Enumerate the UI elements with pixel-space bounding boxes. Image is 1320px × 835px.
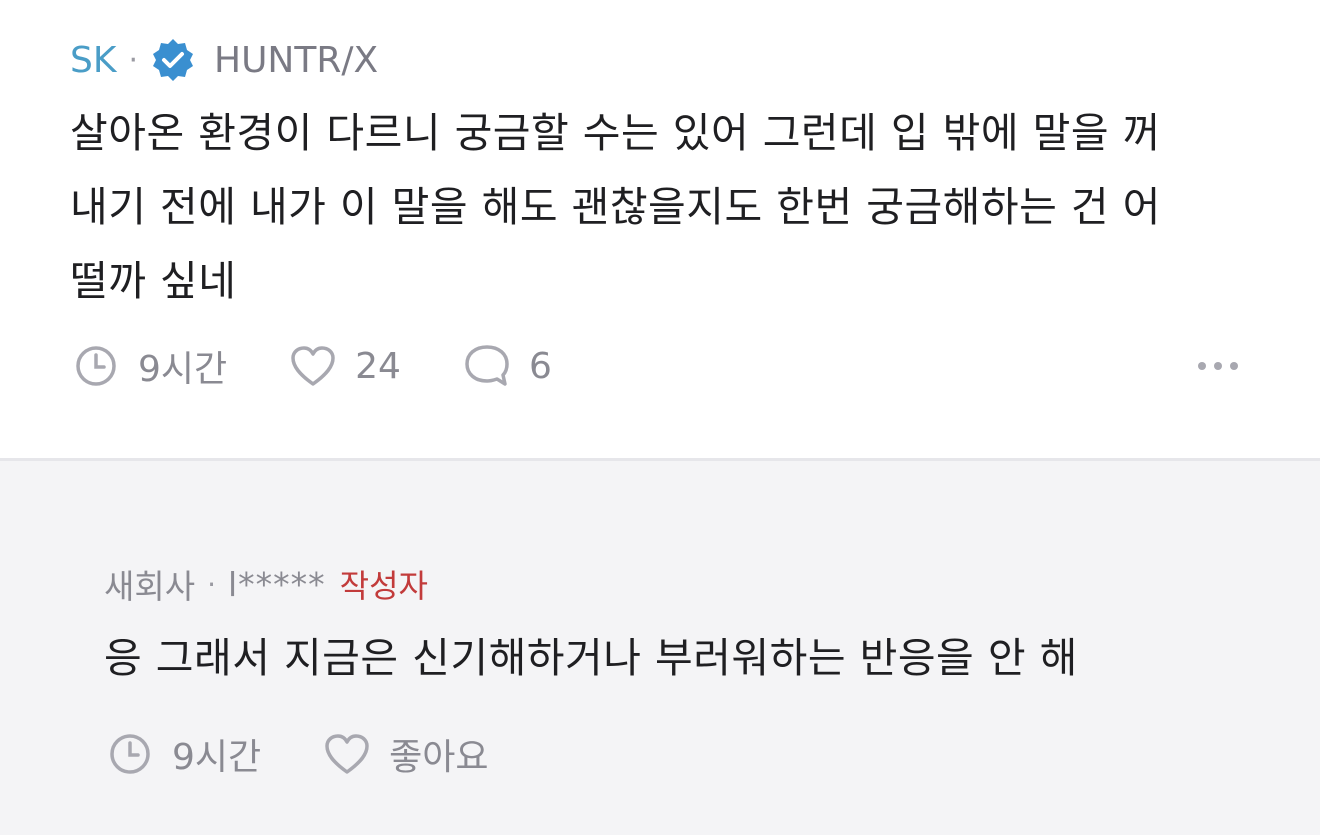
nickname[interactable]: HUNTR/X xyxy=(214,40,378,81)
reply-text: 응 그래서 지금은 신기해하거나 부러워하는 반응을 안 해 xyxy=(104,634,1078,682)
comment-text: 살아온 환경이 다르니 궁금할 수는 있어 그런데 입 밖에 말을 꺼 내기 전… xyxy=(70,96,1250,318)
comment-text-line: 떨까 싶네 xyxy=(70,257,237,305)
reply-nickname[interactable]: l***** xyxy=(228,565,326,604)
clock-icon xyxy=(74,344,118,388)
reply-actions: 9시간 좋아요 xyxy=(108,728,489,780)
meta-separator: · xyxy=(128,42,139,78)
more-options-icon[interactable] xyxy=(1198,356,1238,376)
author-badge: 작성자 xyxy=(339,567,428,605)
speech-bubble-icon[interactable] xyxy=(463,343,511,389)
reply-meta: 새회사 · l***** 작성자 xyxy=(104,560,428,608)
time-label: 9시간 xyxy=(138,349,228,390)
heart-icon[interactable] xyxy=(323,732,371,776)
company-label[interactable]: SK xyxy=(70,40,116,81)
comment-text-line: 살아온 환경이 다르니 궁금할 수는 있어 그런데 입 밖에 말을 꺼 xyxy=(70,109,1161,157)
more-dot xyxy=(1230,362,1238,370)
reply-like-button[interactable]: 좋아요 xyxy=(323,728,489,780)
more-dot xyxy=(1214,362,1222,370)
clock-icon xyxy=(108,732,152,776)
verified-badge-icon xyxy=(150,37,196,83)
like-label: 좋아요 xyxy=(389,737,489,778)
like-count: 24 xyxy=(355,345,401,387)
reply-company-label[interactable]: 새회사 xyxy=(104,560,195,608)
meta-separator: · xyxy=(207,567,216,601)
reply-button[interactable]: 6 xyxy=(463,343,552,389)
reply-time-label: 9시간 xyxy=(172,737,262,778)
comment-meta: SK · HUNTR/X xyxy=(70,34,1320,86)
like-button[interactable]: 24 xyxy=(289,344,401,388)
reply-count: 6 xyxy=(528,345,552,387)
heart-icon[interactable] xyxy=(289,344,337,388)
comment-card: SK · HUNTR/X 살아온 환경이 다르니 궁금할 수는 있어 그런데 입… xyxy=(0,0,1320,458)
time-stamp: 9시간 xyxy=(74,340,227,392)
reply-time-stamp: 9시간 xyxy=(108,728,261,780)
comment-actions: 9시간 24 6 xyxy=(74,340,552,392)
more-dot xyxy=(1198,362,1206,370)
comment-text-line: 내기 전에 내가 이 말을 해도 괜찮을지도 한번 궁금해하는 건 어 xyxy=(70,183,1161,231)
